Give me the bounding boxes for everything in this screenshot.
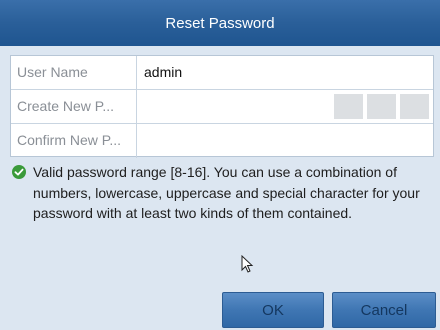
create-password-row: Create New P... xyxy=(11,90,433,124)
password-strength-meter xyxy=(334,94,429,119)
user-name-label: User Name xyxy=(11,56,137,89)
check-circle-icon xyxy=(12,165,26,179)
password-form: User Name admin Create New P... Confirm … xyxy=(10,55,434,158)
ok-button[interactable]: OK xyxy=(222,292,324,328)
reset-password-dialog: Reset Password User Name admin Create Ne… xyxy=(0,0,440,330)
cancel-button[interactable]: Cancel xyxy=(332,292,436,328)
dialog-title: Reset Password xyxy=(165,14,275,32)
password-rule-info: Valid password range [8-16]. You can use… xyxy=(12,162,428,224)
create-password-label: Create New P... xyxy=(11,90,137,123)
strength-segment-weak xyxy=(334,94,363,119)
confirm-password-row: Confirm New P... xyxy=(11,124,433,158)
user-name-row: User Name admin xyxy=(11,56,433,90)
confirm-password-field[interactable] xyxy=(137,124,433,158)
strength-segment-medium xyxy=(367,94,396,119)
dialog-button-bar: OK Cancel xyxy=(0,288,440,330)
user-name-field[interactable]: admin xyxy=(137,56,433,89)
confirm-password-label: Confirm New P... xyxy=(11,124,137,158)
mouse-cursor-icon xyxy=(241,255,254,273)
password-rule-text: Valid password range [8-16]. You can use… xyxy=(33,164,420,221)
dialog-title-bar: Reset Password xyxy=(0,0,440,46)
strength-segment-strong xyxy=(400,94,429,119)
